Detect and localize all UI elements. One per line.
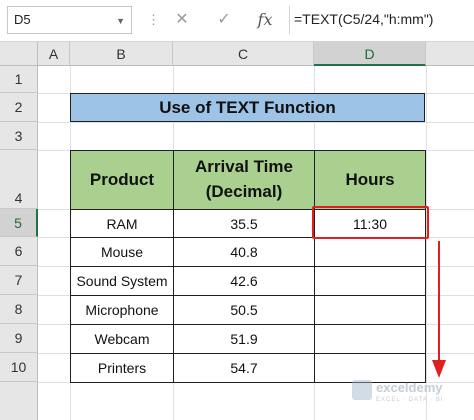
row-header-4[interactable]: 4 xyxy=(0,150,38,209)
sheet-title-cell[interactable]: Use of TEXT Function xyxy=(70,93,425,122)
table-cell-arrival[interactable]: 50.5 xyxy=(173,295,315,325)
fill-down-arrow-line xyxy=(438,241,440,362)
table-cell-product[interactable]: RAM xyxy=(70,209,174,238)
table-cell-product[interactable]: Microphone xyxy=(70,295,174,325)
column-header-b[interactable]: B xyxy=(70,42,173,66)
header-arrival-line2: (Decimal) xyxy=(205,182,283,201)
row-header-7[interactable]: 7 xyxy=(0,266,38,295)
header-product[interactable]: Product xyxy=(70,150,174,210)
exceldemy-logo-icon xyxy=(352,380,372,400)
table-cell-arrival[interactable]: 40.8 xyxy=(173,237,315,267)
table-cell-hours[interactable] xyxy=(314,237,426,267)
highlight-box xyxy=(312,206,429,239)
gridline xyxy=(38,122,474,123)
gridline xyxy=(426,66,427,420)
table-cell-product[interactable]: Sound System xyxy=(70,266,174,296)
table-cell-hours[interactable] xyxy=(314,324,426,354)
column-header-c[interactable]: C xyxy=(173,42,314,66)
confirm-icon[interactable]: ✓ xyxy=(212,8,236,32)
row-header-8[interactable]: 8 xyxy=(0,295,38,324)
row-header-5[interactable]: 5 xyxy=(0,209,38,237)
row-header-1[interactable]: 1 xyxy=(0,66,38,93)
row-header-10[interactable]: 10 xyxy=(0,353,38,382)
select-all-corner[interactable] xyxy=(0,42,38,66)
row-header-6[interactable]: 6 xyxy=(0,237,38,266)
table-cell-arrival[interactable]: 51.9 xyxy=(173,324,315,354)
formula-input[interactable]: =TEXT(C5/24,"h:mm") xyxy=(289,6,474,34)
name-box[interactable]: D5 ▼ xyxy=(7,6,132,34)
insert-function-icon[interactable]: fx xyxy=(253,8,277,32)
row-header-3[interactable]: 3 xyxy=(0,122,38,150)
watermark-name: exceldemy xyxy=(376,380,443,395)
table-cell-arrival[interactable]: 54.7 xyxy=(173,353,315,383)
watermark-logo: exceldemy EXCEL · DATA · BI xyxy=(352,378,472,412)
header-arrival-time[interactable]: Arrival Time (Decimal) xyxy=(173,150,315,210)
name-box-value: D5 xyxy=(14,12,31,27)
table-cell-hours[interactable] xyxy=(314,295,426,325)
table-cell-product[interactable]: Mouse xyxy=(70,237,174,267)
column-header-e[interactable] xyxy=(426,42,474,66)
header-hours[interactable]: Hours xyxy=(314,150,426,210)
table-cell-arrival[interactable]: 35.5 xyxy=(173,209,315,238)
grip-dots-icon: ⋮ xyxy=(147,12,160,27)
row-header-11[interactable] xyxy=(0,382,38,420)
table-cell-product[interactable]: Printers xyxy=(70,353,174,383)
row-header-9[interactable]: 9 xyxy=(0,324,38,353)
table-cell-hours[interactable] xyxy=(314,266,426,296)
row-header-2[interactable]: 2 xyxy=(0,93,38,122)
cancel-icon[interactable]: ✕ xyxy=(170,8,194,32)
table-cell-arrival[interactable]: 42.6 xyxy=(173,266,315,296)
column-header-a[interactable]: A xyxy=(38,42,70,66)
arrow-down-icon xyxy=(432,360,446,378)
watermark-tagline: EXCEL · DATA · BI xyxy=(376,397,444,403)
chevron-down-icon[interactable]: ▼ xyxy=(116,16,125,26)
header-arrival-line1: Arrival Time xyxy=(195,157,293,177)
column-header-d[interactable]: D xyxy=(314,42,426,66)
table-cell-product[interactable]: Webcam xyxy=(70,324,174,354)
